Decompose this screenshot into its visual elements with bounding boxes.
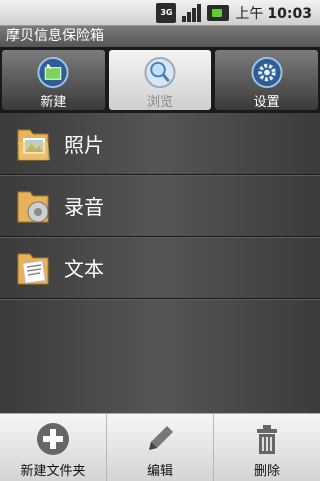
folder-list: 照片 录音 文本 — [0, 113, 320, 413]
add-icon — [37, 423, 69, 455]
tab-settings[interactable]: 设置 — [215, 50, 319, 110]
clock: 上午 10:03 — [235, 3, 312, 23]
browse-icon — [144, 56, 176, 89]
tab-bar: 新建 浏览 设置 — [0, 47, 320, 113]
photo-folder-icon — [17, 129, 50, 160]
list-item-text-label: 文本 — [64, 257, 104, 281]
battery-icon — [207, 4, 230, 21]
text-folder-icon — [17, 253, 49, 284]
list-item-photos[interactable]: 照片 — [0, 113, 320, 175]
network-3g-icon: 3G — [156, 2, 177, 23]
edit-button[interactable]: 编辑 — [107, 414, 214, 481]
tab-settings-label: 设置 — [253, 95, 280, 110]
tab-new-label: 新建 — [40, 95, 67, 110]
new-icon — [37, 56, 69, 89]
delete-button[interactable]: 删除 — [214, 414, 320, 481]
pencil-icon — [149, 426, 173, 450]
tab-new[interactable]: 新建 — [2, 50, 105, 110]
edit-label: 编辑 — [146, 464, 173, 479]
app-title: 摩贝信息保险箱 — [0, 26, 320, 47]
signal-strength-icon — [182, 3, 202, 22]
list-item-photos-label: 照片 — [64, 133, 104, 157]
bottom-toolbar: 新建文件夹 编辑 删除 — [0, 413, 320, 481]
trash-icon — [257, 425, 277, 454]
list-item-audio[interactable]: 录音 — [0, 175, 320, 237]
settings-icon — [251, 56, 283, 89]
tab-browse[interactable]: 浏览 — [108, 50, 212, 110]
status-bar: 3G 上午 10:03 — [0, 0, 320, 26]
audio-folder-icon — [17, 191, 49, 222]
new-folder-button[interactable]: 新建文件夹 — [0, 414, 107, 481]
list-item-text[interactable]: 文本 — [0, 237, 320, 299]
clock-ampm: 上午 — [235, 5, 264, 22]
tab-browse-label: 浏览 — [147, 95, 174, 110]
clock-time: 10:03 — [267, 5, 312, 22]
new-folder-label: 新建文件夹 — [20, 464, 86, 479]
list-item-audio-label: 录音 — [64, 195, 104, 219]
delete-label: 删除 — [253, 464, 280, 479]
